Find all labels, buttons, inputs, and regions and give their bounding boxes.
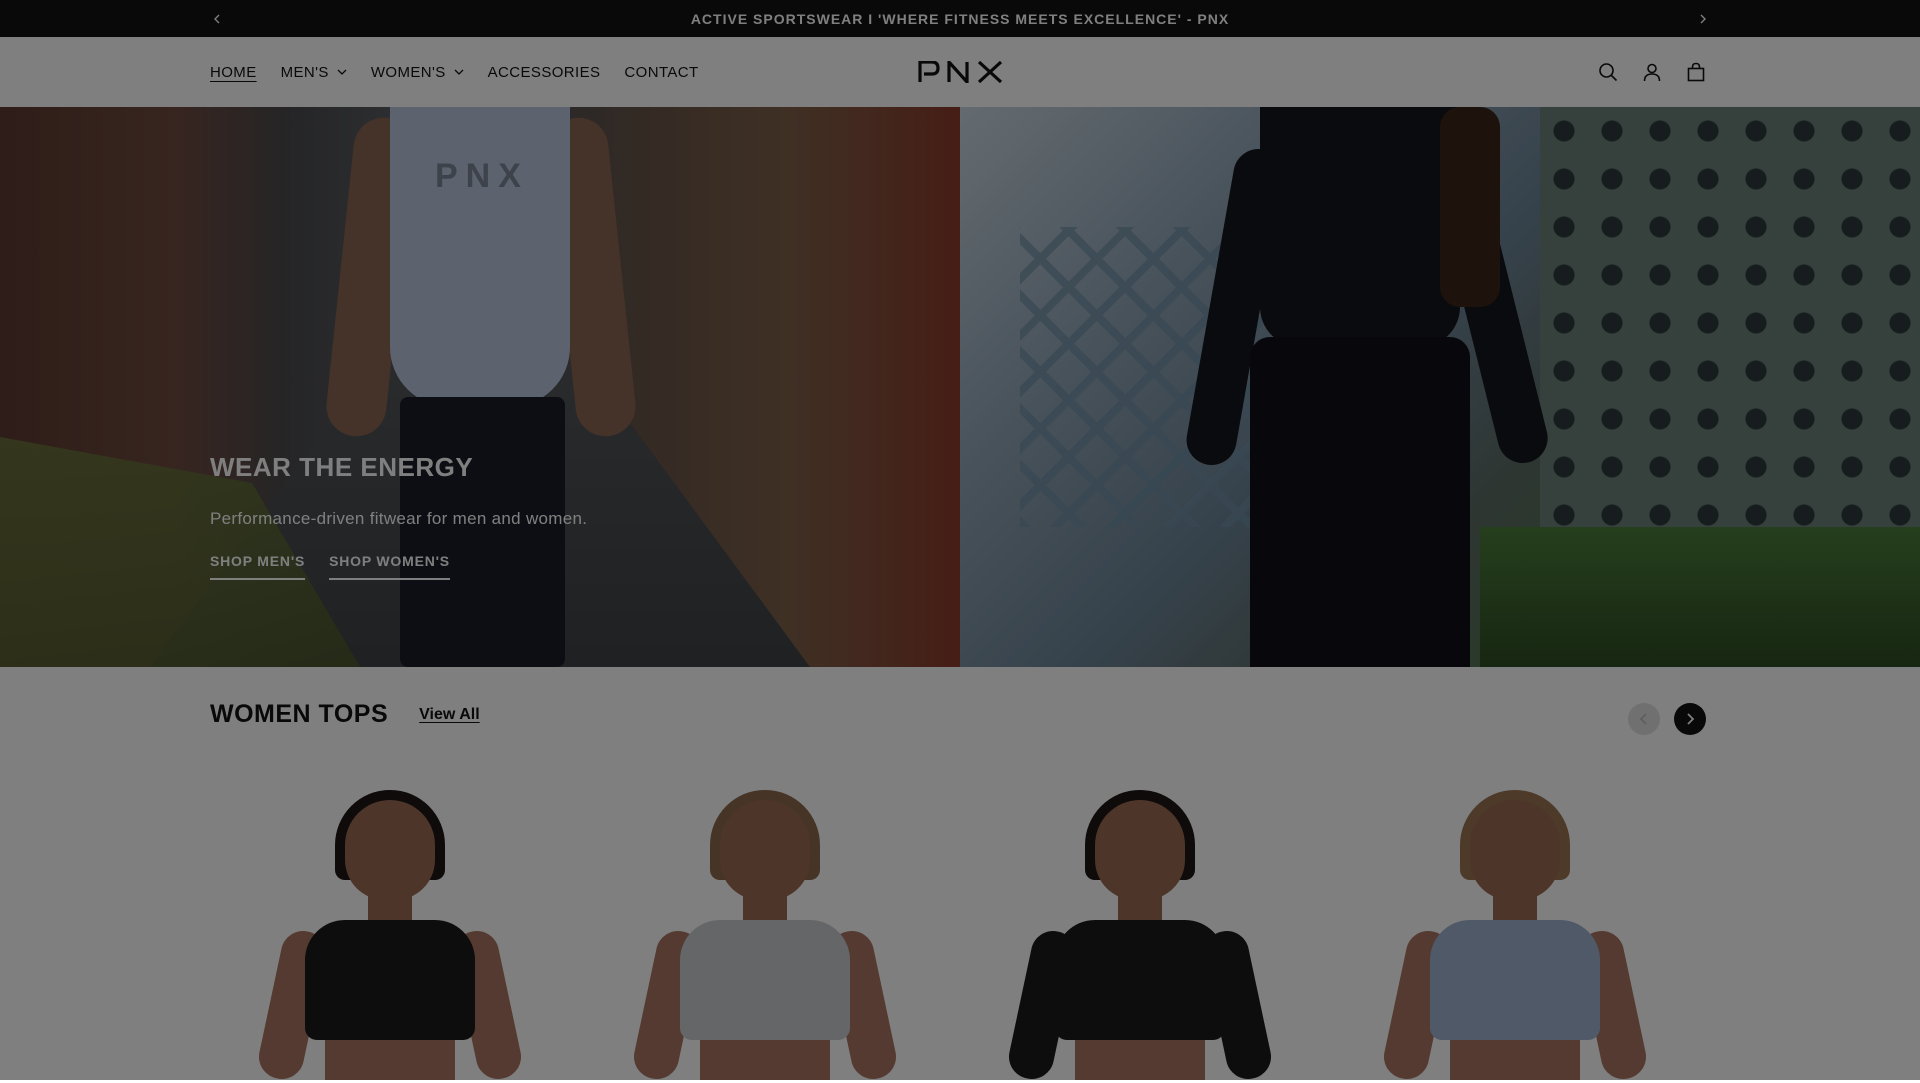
shop-womens-link[interactable]: SHOP WOMEN'S — [329, 553, 450, 580]
model-face — [1095, 800, 1185, 900]
nav-item-label: HOME — [210, 63, 257, 81]
section-title: WOMEN TOPS — [210, 700, 389, 728]
site-header: HOME MEN'S WOMEN'S ACCESSORIES CONTACT — [0, 37, 1920, 108]
product-card[interactable] — [585, 780, 945, 1083]
main-nav: HOME MEN'S WOMEN'S ACCESSORIES CONTACT — [210, 37, 723, 107]
site-logo[interactable] — [916, 37, 1006, 107]
model-midriff — [1450, 1035, 1580, 1080]
hero-title: WEAR THE ENERGY — [210, 452, 474, 482]
hero-copy: WEAR THE ENERGY Performance-driven fitwe… — [210, 452, 587, 580]
nav-item-contact[interactable]: CONTACT — [624, 64, 698, 81]
cart-button[interactable] — [1674, 50, 1718, 94]
model-hair — [1440, 107, 1500, 307]
announcement-prev-button[interactable] — [202, 0, 232, 37]
view-all-link[interactable]: View All — [419, 706, 479, 724]
nav-item-label: ACCESSORIES — [487, 63, 601, 81]
pnx-logo — [918, 61, 1003, 83]
product-card[interactable] — [960, 780, 1320, 1083]
announcement-bar: ACTIVE SPORTSWEAR I 'WHERE FITNESS MEETS… — [0, 0, 1920, 37]
model-jacket — [1260, 107, 1460, 347]
model-midriff — [1075, 1035, 1205, 1080]
slider-prev-button[interactable] — [1628, 703, 1660, 735]
hero-image-womens — [960, 107, 1920, 667]
model-tank-top — [390, 107, 570, 407]
hero-model-female — [1182, 107, 1553, 667]
search-button[interactable] — [1586, 50, 1630, 94]
chevron-right-icon — [1687, 713, 1695, 725]
chevron-down-icon — [454, 69, 464, 75]
hero-model-male: PNX — [323, 107, 639, 667]
product-card[interactable] — [1335, 780, 1695, 1083]
header-icons — [1586, 37, 1718, 107]
collection-header: WOMEN TOPS View All — [210, 700, 480, 729]
announcement-next-button[interactable] — [1688, 0, 1718, 37]
hero-image-mens: PNX — [0, 107, 960, 667]
model-face — [1470, 800, 1560, 900]
cart-icon — [1687, 62, 1705, 82]
search-icon — [1599, 63, 1618, 82]
hero-building — [1540, 107, 1920, 547]
hero-banner: PNX WEAR THE ENERGY Performance-driven f… — [0, 107, 1920, 667]
tank-top-print: PNX — [435, 157, 529, 195]
shop-mens-link[interactable]: SHOP MEN'S — [210, 553, 306, 580]
model-midriff — [700, 1035, 830, 1080]
model-midriff — [325, 1035, 455, 1080]
nav-item-label: MEN'S — [280, 63, 329, 81]
chevron-left-icon — [214, 14, 220, 23]
product-top — [680, 920, 850, 1040]
hero-subtitle: Performance-driven fitwear for men and w… — [210, 509, 588, 528]
account-icon — [1643, 63, 1661, 82]
model-pants — [1250, 337, 1470, 667]
nav-item-mens[interactable]: MEN'S — [281, 64, 347, 81]
chevron-right-icon — [1700, 14, 1706, 23]
nav-item-accessories[interactable]: ACCESSORIES — [488, 64, 601, 81]
slider-next-button[interactable] — [1674, 703, 1706, 735]
account-button[interactable] — [1630, 50, 1674, 94]
nav-item-label: WOMEN'S — [370, 63, 446, 81]
product-card[interactable] — [210, 780, 570, 1083]
hero-links: SHOP MEN'S SHOP WOMEN'S — [210, 553, 587, 580]
chevron-down-icon — [337, 69, 347, 75]
model-face — [720, 800, 810, 900]
product-top — [305, 920, 475, 1040]
product-grid — [210, 780, 1710, 1083]
hero-plants — [1480, 527, 1920, 667]
model-face — [345, 800, 435, 900]
product-top — [1430, 920, 1600, 1040]
nav-item-womens[interactable]: WOMEN'S — [371, 64, 464, 81]
nav-item-home[interactable]: HOME — [210, 64, 257, 81]
chevron-left-icon — [1639, 713, 1647, 725]
announcement-text: ACTIVE SPORTSWEAR I 'WHERE FITNESS MEETS… — [690, 10, 1230, 27]
nav-item-label: CONTACT — [624, 63, 699, 81]
product-top — [1055, 920, 1225, 1040]
